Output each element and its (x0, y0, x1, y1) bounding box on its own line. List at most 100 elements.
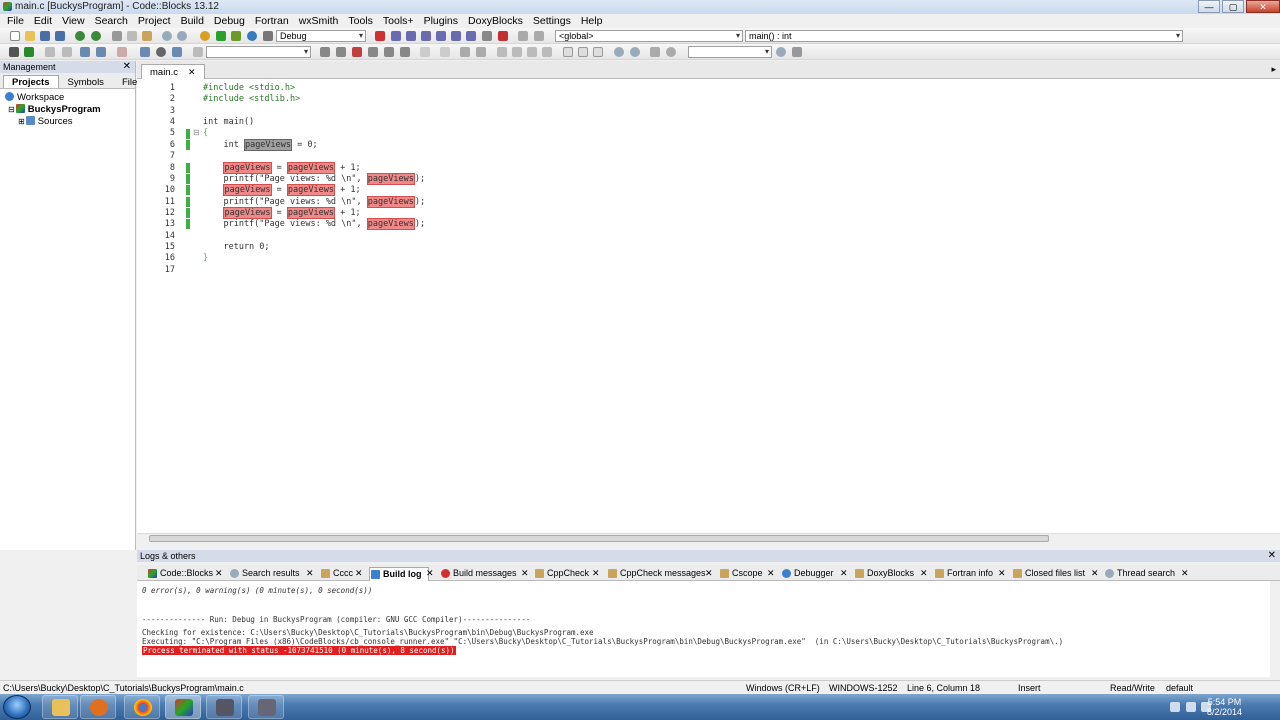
compile-file-icon[interactable] (24, 47, 34, 57)
tab-codeblocks-log[interactable]: Code::Blocks (147, 567, 213, 581)
frame2-icon[interactable] (578, 47, 588, 57)
expand-icon[interactable]: ⊞ (18, 117, 25, 126)
tab-fortran-info[interactable]: Fortran info (934, 567, 993, 581)
help-icon[interactable] (96, 47, 106, 57)
menu-file[interactable]: File (2, 14, 29, 28)
menu-debug[interactable]: Debug (209, 14, 250, 28)
logs-close-icon[interactable]: ✕ (1268, 550, 1276, 562)
build-log-output[interactable]: 0 error(s), 0 warning(s) (0 minute(s), 0… (137, 581, 1270, 677)
maximize-button[interactable]: ▢ (1222, 0, 1244, 13)
pen-icon[interactable] (352, 47, 362, 57)
tab-close-icon[interactable]: ✕ (840, 568, 848, 579)
menu-tools[interactable]: Tools (343, 14, 378, 28)
prev-icon[interactable] (320, 47, 330, 57)
run-icon[interactable] (216, 31, 226, 41)
highlight-icon[interactable] (117, 47, 127, 57)
collapse-icon[interactable]: ⊟ (8, 105, 15, 114)
cursor-icon[interactable] (420, 47, 430, 57)
menu-settings[interactable]: Settings (528, 14, 576, 28)
tab-close-icon[interactable]: ✕ (592, 568, 600, 579)
build-options-icon[interactable] (9, 47, 19, 57)
taskbar-explorer[interactable] (42, 695, 78, 719)
undo-icon[interactable] (75, 31, 85, 41)
dollar-icon[interactable] (650, 47, 660, 57)
copy-icon[interactable] (127, 31, 137, 41)
menu-help[interactable]: Help (576, 14, 608, 28)
menu-fortran[interactable]: Fortran (250, 14, 294, 28)
tab-close-icon[interactable]: ✕ (521, 568, 529, 579)
search-icon[interactable] (776, 47, 786, 57)
scope-select[interactable]: <global> (555, 30, 743, 42)
find-icon[interactable] (162, 31, 172, 41)
taskbar-app-5[interactable] (206, 695, 242, 719)
save-icon[interactable] (40, 31, 50, 41)
various-info-icon[interactable] (534, 31, 544, 41)
tab-cppcheck-messages[interactable]: CppCheck messages (607, 567, 706, 581)
tray-volume-icon[interactable] (1186, 702, 1196, 712)
taskbar-chrome[interactable] (124, 695, 160, 719)
tab-close-icon[interactable]: ✕ (920, 568, 928, 579)
run-to-cursor-icon[interactable] (391, 31, 401, 41)
zoom-out-icon[interactable] (630, 47, 640, 57)
step-out-icon[interactable] (436, 31, 446, 41)
editor-horizontal-scrollbar[interactable] (137, 533, 1280, 543)
replace-icon[interactable] (177, 31, 187, 41)
tab-close-icon[interactable]: ✕ (306, 568, 314, 579)
box-icon[interactable] (497, 47, 507, 57)
debug-windows-icon[interactable] (518, 31, 528, 41)
pause-icon[interactable] (482, 31, 492, 41)
fold-toggle-icon[interactable]: ⊟ (193, 128, 200, 137)
build-gear-icon[interactable] (200, 31, 210, 41)
tree-item-project[interactable]: ⊟ BuckysProgram (8, 104, 101, 116)
image-icon[interactable] (460, 47, 470, 57)
rect-icon[interactable] (440, 47, 450, 57)
taskbar-media-player[interactable] (80, 695, 116, 719)
open-folder-icon[interactable] (25, 31, 35, 41)
save-all-icon[interactable] (55, 31, 65, 41)
next-line-icon[interactable] (406, 31, 416, 41)
tool3-icon[interactable] (400, 47, 410, 57)
close-button[interactable]: ✕ (1246, 0, 1280, 13)
tool2-icon[interactable] (384, 47, 394, 57)
management-close-icon[interactable]: ✕ (123, 61, 131, 73)
menu-build[interactable]: Build (176, 14, 209, 28)
tab-scroll-icon[interactable]: ▸ (1271, 64, 1276, 75)
function-select[interactable]: main() : int (745, 30, 1183, 42)
tab-search-results[interactable]: Search results (229, 567, 300, 581)
image2-icon[interactable] (476, 47, 486, 57)
search-combo[interactable] (206, 46, 311, 58)
settings-wrench-icon[interactable] (792, 47, 802, 57)
tab-doxyblocks[interactable]: DoxyBlocks (854, 567, 914, 581)
tab-closed-files-list[interactable]: Closed files list (1012, 567, 1085, 581)
tab-close-icon[interactable]: ✕ (215, 568, 223, 579)
step-into-icon[interactable] (421, 31, 431, 41)
stop-debugger-icon[interactable] (498, 31, 508, 41)
tab-debugger[interactable]: Debugger (781, 567, 834, 581)
abort-icon[interactable] (263, 31, 273, 41)
next-instruction-icon[interactable] (451, 31, 461, 41)
editor-tab-main-c[interactable]: main.c ✕ (141, 64, 205, 79)
tab-build-messages[interactable]: Build messages (440, 567, 517, 581)
tab-close-icon[interactable]: ✕ (998, 568, 1006, 579)
menu-edit[interactable]: Edit (29, 14, 57, 28)
tab-close-icon[interactable]: ✕ (767, 568, 775, 579)
box3-icon[interactable] (527, 47, 537, 57)
frame-icon[interactable] (563, 47, 573, 57)
tab-symbols[interactable]: Symbols (59, 75, 113, 88)
new-file-icon[interactable] (10, 31, 20, 41)
search2-combo[interactable] (688, 46, 772, 58)
refresh-icon[interactable] (666, 47, 676, 57)
tab-thread-search[interactable]: Thread search (1104, 567, 1175, 581)
jump-forward-icon[interactable] (172, 47, 182, 57)
minimize-button[interactable]: — (1198, 0, 1220, 13)
menu-project[interactable]: Project (133, 14, 176, 28)
editor-tab-close-icon[interactable]: ✕ (188, 67, 196, 77)
menu-doxyblocks[interactable]: DoxyBlocks (463, 14, 528, 28)
redo-icon[interactable] (91, 31, 101, 41)
tab-close-icon[interactable]: ✕ (705, 568, 713, 579)
frame3-icon[interactable] (593, 47, 603, 57)
jump-back-icon[interactable] (140, 47, 150, 57)
menu-wxsmith[interactable]: wxSmith (294, 14, 344, 28)
tab-close-icon[interactable]: ✕ (1091, 568, 1099, 579)
tray-network-icon[interactable] (1170, 702, 1180, 712)
